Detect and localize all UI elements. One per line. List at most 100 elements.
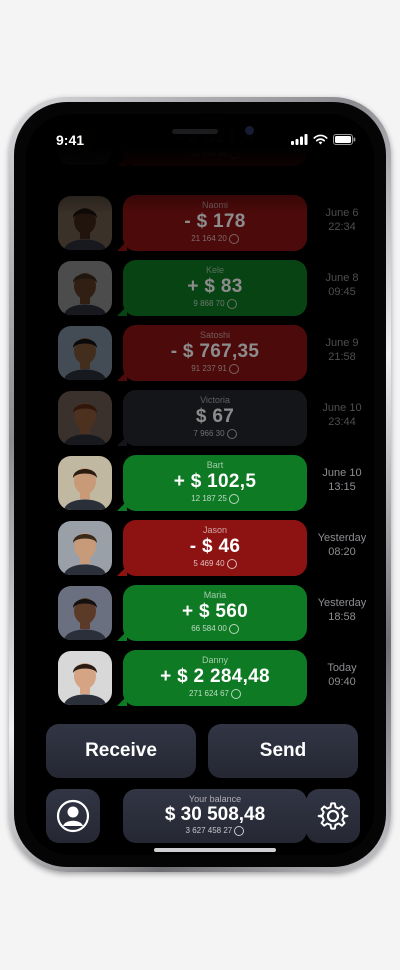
- crypto-amount: 21 164 20: [123, 233, 307, 244]
- transaction-bubble[interactable]: Victoria $ 67 7 966 30: [117, 390, 307, 446]
- date-label: Yesterday: [317, 597, 367, 609]
- contact-name: Danny: [201, 655, 228, 665]
- front-camera: [245, 126, 254, 135]
- avatar: [58, 261, 112, 315]
- bubble-tail: [117, 156, 127, 166]
- transaction-date: June 10 13:15: [312, 466, 372, 494]
- date-label: June 8: [325, 272, 359, 284]
- time-label: 09:45: [328, 286, 356, 298]
- transaction-date: Today 09:40: [312, 661, 372, 689]
- date-label: June 6: [325, 207, 359, 219]
- crypto-amount: 91 237 91: [123, 363, 307, 374]
- screen: 9:41 Frank - $ 521,4 61 934 46 June 5 Na…: [26, 114, 374, 855]
- settings-button[interactable]: [306, 789, 360, 843]
- time-label: 18:58: [328, 611, 356, 623]
- transaction-bubble[interactable]: Kele + $ 83 9 868 70: [117, 260, 307, 316]
- home-indicator[interactable]: [154, 848, 276, 852]
- contact-name: Naomi: [201, 200, 228, 210]
- time-label: 13:15: [328, 481, 356, 493]
- crypto-amount: 66 584 00: [123, 623, 307, 634]
- transaction-row[interactable]: Victoria $ 67 7 966 30 June 10 23:44: [44, 390, 374, 446]
- status-icons: [291, 134, 356, 145]
- transaction-bubble[interactable]: Maria + $ 560 66 584 00: [117, 585, 307, 641]
- transaction-date: June 9 21:58: [312, 336, 372, 364]
- transaction-bubble[interactable]: Danny + $ 2 284,48 271 624 67: [117, 650, 307, 706]
- transaction-date: June 8 09:45: [312, 271, 372, 299]
- bubble-tail: [117, 371, 127, 381]
- transaction-amount: + $ 102,5: [173, 471, 257, 492]
- status-time: 9:41: [56, 132, 85, 148]
- avatar: [58, 586, 112, 640]
- contact-name: Victoria: [200, 395, 230, 405]
- contact-name: Satoshi: [199, 330, 231, 340]
- bubble-tail: [117, 241, 127, 251]
- balance-label: Your balance: [188, 794, 242, 804]
- time-label: 08:20: [328, 546, 356, 558]
- avatar: [58, 196, 112, 250]
- profile-button[interactable]: [46, 789, 100, 843]
- transaction-row[interactable]: Danny + $ 2 284,48 271 624 67 Today 09:4…: [44, 650, 374, 706]
- bezel: 9:41 Frank - $ 521,4 61 934 46 June 5 Na…: [14, 102, 386, 867]
- receive-button[interactable]: Receive: [46, 724, 196, 778]
- currency-circle-icon: [228, 363, 239, 374]
- wifi-icon: [313, 134, 328, 145]
- transaction-amount: - $ 178: [184, 211, 246, 232]
- signal-icon: [291, 134, 308, 145]
- send-button[interactable]: Send: [208, 724, 358, 778]
- crypto-amount: 5 469 40: [123, 558, 307, 569]
- transaction-bubble[interactable]: Jason - $ 46 5 469 40: [117, 520, 307, 576]
- balance-crypto: 3 627 458 27: [123, 826, 307, 836]
- transaction-row[interactable]: Satoshi - $ 767,35 91 237 91 June 9 21:5…: [44, 325, 374, 381]
- avatar: [58, 391, 112, 445]
- battery-icon: [333, 134, 356, 145]
- time-label: 23:44: [328, 416, 356, 428]
- bubble-tail: [117, 631, 127, 641]
- transaction-row[interactable]: Naomi - $ 178 21 164 20 June 6 22:34: [44, 195, 374, 251]
- transaction-bubble[interactable]: Bart + $ 102,5 12 187 25: [117, 455, 307, 511]
- balance-amount: $ 30 508,48: [164, 804, 266, 825]
- date-label: June 9: [325, 337, 359, 349]
- crypto-amount: 9 868 70: [123, 298, 307, 309]
- crypto-amount: 271 624 67: [123, 688, 307, 699]
- transaction-amount: + $ 560: [181, 601, 249, 622]
- transaction-bubble[interactable]: Naomi - $ 178 21 164 20: [117, 195, 307, 251]
- bubble-tail: [117, 696, 127, 706]
- transaction-row[interactable]: Jason - $ 46 5 469 40 Yesterday 08:20: [44, 520, 374, 576]
- currency-circle-icon: [231, 688, 242, 699]
- date-label: June 10: [322, 402, 362, 414]
- bottom-bar: Your balance $ 30 508,48 3 627 458 27: [26, 789, 374, 845]
- bubble-tail: [117, 436, 127, 446]
- contact-name: Maria: [203, 590, 227, 600]
- bubble-tail: [117, 501, 127, 511]
- crypto-amount: 7 966 30: [123, 428, 307, 439]
- bubble-tail: [117, 306, 127, 316]
- transaction-amount: - $ 46: [189, 536, 241, 557]
- profile-icon: [56, 799, 90, 833]
- contact-name: Jason: [202, 525, 228, 535]
- transaction-row[interactable]: Bart + $ 102,5 12 187 25 June 10 13:15: [44, 455, 374, 511]
- balance-card: Your balance $ 30 508,48 3 627 458 27: [123, 789, 307, 843]
- avatar: [58, 456, 112, 510]
- currency-circle-icon: [228, 233, 239, 244]
- time-label: 22:34: [328, 221, 356, 233]
- transaction-row[interactable]: Kele + $ 83 9 868 70 June 8 09:45: [44, 260, 374, 316]
- status-bar: 9:41: [26, 114, 374, 154]
- date-label: Today: [327, 662, 357, 674]
- contact-name: Kele: [205, 265, 224, 275]
- transaction-row[interactable]: Maria + $ 560 66 584 00 Yesterday 18:58: [44, 585, 374, 641]
- date-label: Yesterday: [317, 532, 367, 544]
- currency-circle-icon: [228, 493, 239, 504]
- transaction-date: June 10 23:44: [312, 401, 372, 429]
- transaction-amount: $ 67: [195, 406, 235, 427]
- speaker-grille: [172, 129, 218, 134]
- currency-circle-icon: [226, 428, 237, 439]
- currency-circle-icon: [234, 826, 245, 836]
- time-label: 09:40: [328, 676, 356, 688]
- transaction-amount: + $ 2 284,48: [160, 666, 270, 687]
- gear-icon: [317, 802, 349, 830]
- currency-circle-icon: [226, 298, 237, 309]
- transaction-date: Yesterday 18:58: [312, 596, 372, 624]
- avatar: [58, 326, 112, 380]
- bubble-tail: [117, 566, 127, 576]
- transaction-bubble[interactable]: Satoshi - $ 767,35 91 237 91: [117, 325, 307, 381]
